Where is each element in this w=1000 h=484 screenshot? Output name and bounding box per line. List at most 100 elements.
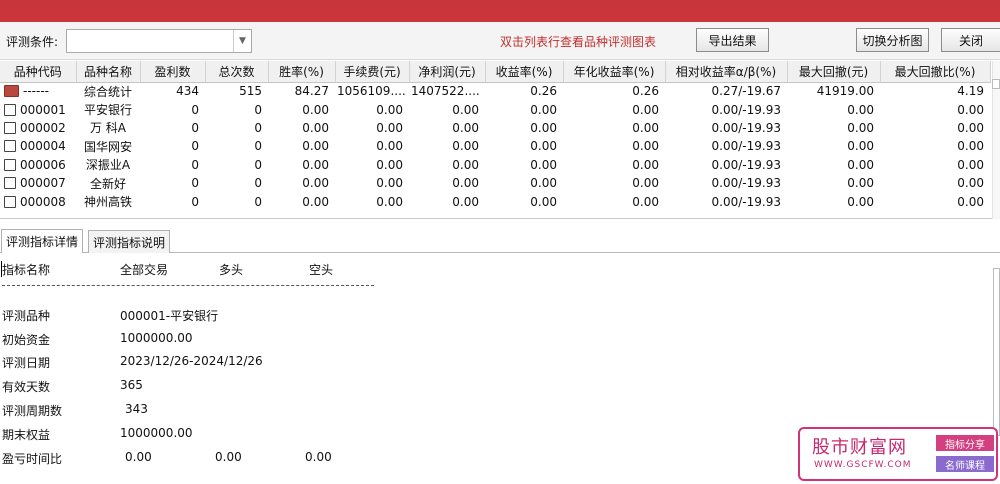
cell-win: 434 xyxy=(176,84,199,99)
watermark-tag-share: 指标分享 xyxy=(936,435,994,451)
table-row[interactable]: 000004 国华网安 0 0 0.00 0.00 0.00 0.00 0.00 0.00/-19… xyxy=(0,137,990,155)
results-table: 品种代码 品种名称 盈利数 总次数 胜率(%) 手续费(元) 净利润(元) 收益率(%) 年化收… xyxy=(0,61,991,211)
cell-annual: 0.00 xyxy=(632,194,659,209)
detail-label: 初始资金 xyxy=(2,333,51,347)
column-header[interactable]: 品种代码 xyxy=(0,61,77,83)
cell-code-text: 000008 xyxy=(20,194,66,209)
cell-code-text: 000006 xyxy=(20,157,66,172)
table-row[interactable]: 000001 平安银行 0 0 0.00 0.00 0.00 0.00 0.00 0.00/-19… xyxy=(0,100,990,118)
details-scrollbar[interactable] xyxy=(993,268,1000,436)
cell-win: 0 xyxy=(191,139,199,154)
column-header[interactable]: 最大回撤比(%) xyxy=(880,61,991,83)
results-scrollbar[interactable] xyxy=(992,61,1000,219)
detail-value: 2023/12/26-2024/12/26 xyxy=(120,354,263,368)
cell-ret: 0.00 xyxy=(530,120,557,135)
cell-profit: 0.00 xyxy=(452,176,479,191)
cell-annual: 0.00 xyxy=(632,176,659,191)
cell-code: 000002 xyxy=(0,119,76,137)
table-header-row: 品种代码 品种名称 盈利数 总次数 胜率(%) 手续费(元) 净利润(元) 收益率(%) 年化收… xyxy=(0,61,991,83)
cell-name: 国华网安 xyxy=(83,139,132,154)
close-button[interactable]: 关闭 xyxy=(941,28,1000,52)
results-grid: 品种代码 品种名称 盈利数 总次数 胜率(%) 手续费(元) 净利润(元) 收益率(%) 年化收… xyxy=(0,61,1000,219)
cell-code-text: 000001 xyxy=(20,102,66,117)
table-row[interactable]: 000007 全新好 0 0 0.00 0.00 0.00 0.00 0.00 0.00/-19.… xyxy=(0,174,990,192)
column-header[interactable]: 总次数 xyxy=(205,61,269,83)
cell-profit: 0.00 xyxy=(452,194,479,209)
cell-fee: 0.00 xyxy=(376,194,403,209)
cell-code-text: ------ xyxy=(23,84,49,99)
cell-profit: 0.00 xyxy=(452,157,479,172)
cell-name: 综合统计 xyxy=(83,84,132,99)
cell-name: 万 科A xyxy=(89,121,127,136)
cell-profit: 1407522.... xyxy=(411,84,480,99)
column-header[interactable]: 盈利数 xyxy=(140,61,206,83)
cell-name: 深振业A xyxy=(85,158,131,173)
condition-select[interactable]: ▼ xyxy=(66,29,252,53)
cell-name: 平安银行 xyxy=(83,103,132,118)
cell-ret: 0.00 xyxy=(530,194,557,209)
column-header[interactable]: 最大回撤(元) xyxy=(787,61,881,83)
window-titlebar[interactable] xyxy=(0,0,1000,22)
detail-label: 评测日期 xyxy=(2,356,51,370)
chevron-down-icon[interactable]: ▼ xyxy=(233,30,251,52)
cell-rate: 84.27 xyxy=(294,84,329,99)
watermark-logo: 股市财富网 WWW.GSCFW.COM 指标分享 名师课程 xyxy=(798,427,998,481)
cell-ret: 0.00 xyxy=(530,102,557,117)
cell-code: 000008 xyxy=(0,192,76,210)
cell-code: ------ xyxy=(0,82,76,100)
cell-dd: 0.00 xyxy=(847,157,874,172)
cell-rel: 0.00/-19.93 xyxy=(711,157,781,172)
column-header[interactable]: 品种名称 xyxy=(76,61,141,83)
scroll-thumb[interactable] xyxy=(992,79,1000,89)
column-header[interactable]: 相对收益率α/β(%) xyxy=(665,61,788,83)
detail-label: 有效天数 xyxy=(2,380,51,394)
detail-label: 期末权益 xyxy=(2,428,51,442)
cell-ddr: 0.00 xyxy=(957,120,984,135)
folder-icon xyxy=(4,85,19,98)
detail-label: 评测周期数 xyxy=(2,404,63,418)
detail-value: 365 xyxy=(120,378,143,392)
cell-dd: 0.00 xyxy=(847,139,874,154)
detail-tabs: 评测指标详情 评测指标说明 xyxy=(0,226,1000,253)
cell-rate: 0.00 xyxy=(302,176,329,191)
cell-total: 0 xyxy=(254,120,262,135)
column-header[interactable]: 收益率(%) xyxy=(485,61,564,83)
cell-total: 0 xyxy=(254,194,262,209)
hint-text: 双击列表行查看品种评测图表 xyxy=(500,35,657,49)
cell-dd: 0.00 xyxy=(847,120,874,135)
cell-win: 0 xyxy=(191,102,199,117)
cell-total: 0 xyxy=(254,102,262,117)
condition-label: 评测条件: xyxy=(6,35,59,49)
tab-indicator-details[interactable]: 评测指标详情 xyxy=(1,229,84,253)
table-row[interactable]: 000002 万 科A 0 0 0.00 0.00 0.00 0.00 0.00 0.00/-19… xyxy=(0,119,990,137)
document-icon xyxy=(4,195,16,208)
column-header[interactable]: 年化收益率(%) xyxy=(563,61,666,83)
table-row[interactable]: 000006 深振业A 0 0 0.00 0.00 0.00 0.00 0.00 0.00/-19… xyxy=(0,156,990,174)
document-icon xyxy=(4,177,16,190)
switch-chart-button[interactable]: 切换分析图 xyxy=(856,28,929,52)
cell-total: 0 xyxy=(254,176,262,191)
details-header-all: 全部交易 xyxy=(120,263,169,277)
cell-fee: 0.00 xyxy=(376,157,403,172)
detail-value: 0.00 xyxy=(125,450,152,464)
cell-ddr: 0.00 xyxy=(957,157,984,172)
detail-value: 000001-平安银行 xyxy=(120,309,219,323)
column-header[interactable]: 手续费(元) xyxy=(335,61,410,83)
tab-indicator-description[interactable]: 评测指标说明 xyxy=(88,230,171,253)
cell-ddr: 4.19 xyxy=(957,84,984,99)
cell-win: 0 xyxy=(191,176,199,191)
cell-rel: 0.00/-19.93 xyxy=(711,194,781,209)
watermark-url: WWW.GSCFW.COM xyxy=(814,460,912,470)
cell-total: 0 xyxy=(254,157,262,172)
column-header[interactable]: 胜率(%) xyxy=(268,61,336,83)
column-header[interactable]: 净利润(元) xyxy=(409,61,486,83)
table-row[interactable]: 000008 神州高铁 0 0 0.00 0.00 0.00 0.00 0.00 0.00/-19… xyxy=(0,192,990,210)
cell-ddr: 0.00 xyxy=(957,139,984,154)
cell-ret: 0.00 xyxy=(530,176,557,191)
cell-fee: 1056109.... xyxy=(337,84,406,99)
export-button[interactable]: 导出结果 xyxy=(696,28,769,52)
watermark-title: 股市财富网 xyxy=(812,437,907,458)
cell-rel: 0.00/-19.93 xyxy=(711,139,781,154)
detail-label: 评测品种 xyxy=(2,309,51,323)
table-row[interactable]: ------ 综合统计 434 515 84.27 1056109.... 1407522.… xyxy=(0,82,990,100)
